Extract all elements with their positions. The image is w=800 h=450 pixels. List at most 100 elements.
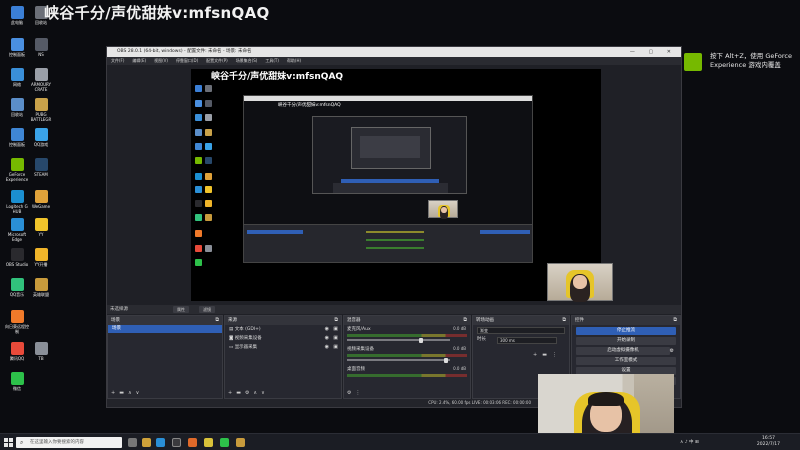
visibility-eye-icon[interactable]: ◉ — [325, 343, 329, 352]
desktop-icon-label: 腾讯QQ — [9, 356, 25, 361]
desktop-icon[interactable]: TB — [28, 342, 54, 361]
virtual-camera-button[interactable]: 启动虚拟摄像机 ⚙ — [576, 347, 674, 355]
arrow-up-icon[interactable]: ∧ — [253, 390, 261, 396]
desktop-icon[interactable]: WeGame — [28, 190, 54, 209]
app-icon — [34, 218, 48, 231]
desktop-icon[interactable]: NS — [28, 38, 54, 57]
sources-dock-header: 来源 ⧉ — [225, 316, 341, 325]
desktop-icon-label: QQ音乐 — [9, 292, 25, 297]
desktop-icon[interactable]: 控制面板 — [4, 128, 30, 147]
window-controls[interactable]: — ▢ ✕ — [630, 47, 677, 57]
desktop-icon[interactable]: 微信 — [4, 372, 30, 391]
duration-input[interactable]: 300 ms — [497, 337, 557, 344]
menu-item[interactable]: 场景集合(S) — [236, 58, 258, 63]
app-icon[interactable] — [204, 438, 213, 447]
mini-desktop-icon — [205, 128, 213, 136]
mini-desktop-icon — [205, 157, 213, 165]
desktop-icon[interactable]: QQ音乐 — [4, 278, 30, 297]
menu-item[interactable]: 视图(V) — [154, 58, 168, 63]
desktop-icon[interactable]: YY — [28, 218, 54, 237]
desktop-icon[interactable]: QQ游戏 — [28, 128, 54, 147]
desktop-icon[interactable]: 回收站 — [4, 98, 30, 117]
volume-meter — [347, 354, 467, 357]
obs-taskbar-icon[interactable] — [172, 438, 181, 447]
recursive-preview-level-3 — [312, 116, 467, 194]
properties-button[interactable]: 属性 — [173, 306, 189, 313]
desktop-icon[interactable]: GeForce Experience — [4, 158, 30, 182]
mini-desktop-icon — [194, 259, 202, 267]
menu-item[interactable]: 停靠窗口(D) — [176, 58, 198, 63]
menu-item[interactable]: 配置文件(P) — [206, 58, 228, 63]
more-icon[interactable]: ⋮ — [355, 390, 364, 396]
app-icon — [10, 158, 24, 171]
windows-start-icon[interactable] — [4, 438, 13, 447]
obs-titlebar[interactable]: OBS 28.0.1 (64-bit, windows) - 配置文件: 未命名… — [107, 47, 681, 57]
add-icon[interactable]: + — [533, 352, 542, 358]
menu-item[interactable]: 编辑(E) — [132, 58, 146, 63]
add-icon[interactable]: + — [228, 390, 236, 396]
scene-item[interactable]: 场景 — [108, 325, 222, 333]
desktop-icon[interactable]: PUBG BATTLEGR — [28, 98, 54, 122]
system-tray[interactable]: ∧ ♪ 中 ⊞ — [680, 434, 699, 450]
arrow-down-icon[interactable]: ∨ — [261, 390, 269, 396]
dock-float-icon[interactable]: ⧉ — [463, 316, 467, 325]
desktop-icon[interactable]: 向日葵远程控制 — [4, 310, 30, 334]
scenes-dock-header: 场景 ⧉ — [108, 316, 222, 325]
desktop-icon[interactable]: 英雄联盟 — [28, 278, 54, 297]
lock-icon[interactable]: ▣ — [333, 343, 338, 352]
add-icon[interactable]: + — [111, 390, 119, 396]
source-item[interactable]: ◙ 视频采集设备 ◉ ▣ — [225, 334, 341, 343]
lock-icon[interactable]: ▣ — [333, 325, 338, 334]
trash-icon[interactable]: ▬ — [542, 352, 552, 358]
desktop-icon[interactable]: 腾讯QQ — [4, 342, 30, 361]
desktop-icon[interactable]: Microsoft Edge — [4, 218, 30, 242]
desktop-icon[interactable]: YY开播 — [28, 248, 54, 267]
geforce-notification[interactable]: 按下 Alt+Z，使用 GeForce Experience 游戏内覆盖 — [680, 50, 798, 76]
dock-float-icon[interactable]: ⧉ — [334, 316, 338, 325]
arrow-down-icon[interactable]: ∨ — [136, 390, 144, 396]
dock-float-icon[interactable]: ⧉ — [673, 316, 677, 325]
gear-icon[interactable]: ⚙ — [670, 347, 674, 355]
studio-mode-button[interactable]: 工作室模式 — [576, 357, 676, 365]
taskbar-search[interactable]: ⌕ 在这里输入你要搜索的内容 — [16, 437, 122, 448]
desktop-icon[interactable]: 控制面板 — [4, 38, 30, 57]
task-view-icon[interactable] — [128, 438, 137, 447]
dock-float-icon[interactable]: ⧉ — [215, 316, 219, 325]
file-explorer-icon[interactable] — [142, 438, 151, 447]
menu-item[interactable]: 帮助(H) — [287, 58, 301, 63]
visibility-eye-icon[interactable]: ◉ — [325, 325, 329, 334]
arrow-up-icon[interactable]: ∧ — [128, 390, 136, 396]
stop-streaming-button[interactable]: 停止推流 — [576, 327, 676, 335]
obs-preview[interactable]: 峡谷千分/声优甜妹v:mfsnQAQ 峡谷千分/声优甜妹v:mfsnQAQ — [191, 69, 613, 302]
taskbar-clock[interactable]: 16:57 2022/7/17 — [757, 436, 780, 448]
taskbar: ⌕ 在这里输入你要搜索的内容 ∧ ♪ 中 ⊞ 16:57 2022/7/17 — [0, 433, 800, 450]
game-icon[interactable] — [236, 438, 245, 447]
app-icon[interactable] — [188, 438, 197, 447]
desktop-icon-label: TB — [38, 356, 44, 361]
dock-float-icon[interactable]: ⧉ — [562, 316, 566, 325]
desktop-icon[interactable]: OBS Studio — [4, 248, 30, 267]
more-icon[interactable]: ⋮ — [552, 352, 562, 358]
duration-row: 时长 300 ms — [473, 335, 569, 345]
visibility-eye-icon[interactable]: ◉ — [325, 334, 329, 343]
start-recording-button[interactable]: 开始录制 — [576, 337, 676, 345]
trash-icon[interactable]: ▬ — [119, 390, 128, 396]
source-item[interactable]: ▭ 显示器采集 ◉ ▣ — [225, 343, 341, 352]
volume-slider[interactable] — [347, 337, 451, 343]
edge-icon[interactable] — [156, 438, 165, 447]
source-item[interactable]: ▤ 文本 (GDI+) ◉ ▣ — [225, 325, 341, 334]
transition-select[interactable]: 渐变 — [477, 327, 565, 334]
volume-slider[interactable] — [347, 357, 451, 363]
filters-button[interactable]: 滤镜 — [199, 306, 215, 313]
desktop-icon[interactable]: 网络 — [4, 68, 30, 87]
desktop-icon[interactable]: Logitech G HUB — [4, 190, 30, 214]
desktop-icon[interactable]: STEAM — [28, 158, 54, 177]
mini-desktop-icon — [194, 128, 202, 136]
trash-icon[interactable]: ▬ — [236, 390, 245, 396]
wechat-icon[interactable] — [220, 438, 229, 447]
desktop-icon[interactable]: ARMOURY CRATE — [28, 68, 54, 92]
desktop-icon[interactable]: 此电脑 — [4, 6, 30, 25]
menu-item[interactable]: 文件(F) — [111, 58, 124, 63]
menu-item[interactable]: 工具(T) — [265, 58, 279, 63]
lock-icon[interactable]: ▣ — [333, 334, 338, 343]
